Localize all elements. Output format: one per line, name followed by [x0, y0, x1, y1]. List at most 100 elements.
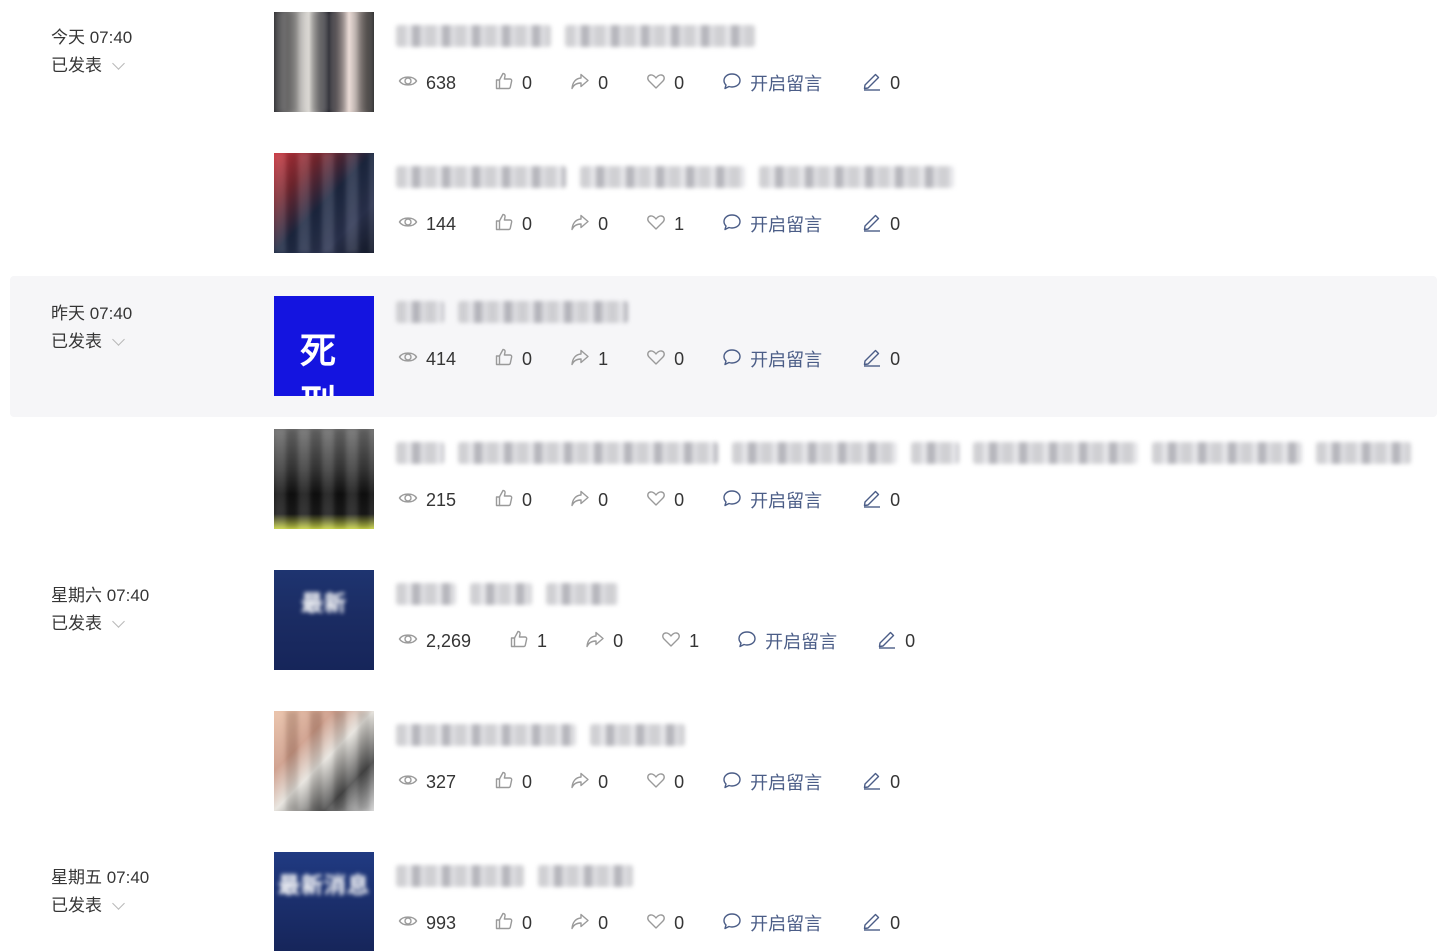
redacted-title-segment — [565, 25, 755, 47]
redacted-title-segment — [396, 442, 444, 464]
edit-link[interactable]: 0 — [862, 770, 900, 795]
likes-count: 0 — [522, 489, 533, 510]
share-icon — [570, 488, 590, 513]
open-comments-link[interactable]: 开启留言 — [722, 769, 822, 795]
redacted-title-segment — [590, 724, 685, 746]
edit-link[interactable]: 0 — [862, 488, 900, 513]
views-stat: 414 — [398, 347, 456, 372]
open-comments-link[interactable]: 开启留言 — [722, 211, 822, 237]
thumbnail-caption: 最新 — [300, 591, 347, 617]
open-comments-link[interactable]: 开启留言 — [722, 70, 822, 96]
article-stats: 215 0 0 0 开启留言 0 — [398, 487, 900, 513]
views-stat: 327 — [398, 770, 456, 795]
likes-stat: 0 — [494, 770, 532, 795]
redacted-title-segment — [470, 583, 532, 605]
edit-link[interactable]: 0 — [862, 71, 900, 96]
article-title-redacted[interactable] — [396, 166, 954, 190]
article-thumbnail[interactable] — [274, 12, 374, 112]
article-title-redacted[interactable] — [396, 442, 1411, 466]
redacted-title-segment — [1152, 442, 1302, 464]
article-stats: 638 0 0 0 开启留言 0 — [398, 70, 900, 96]
favorites-stat: 0 — [646, 770, 684, 795]
article-thumbnail[interactable]: 最新 — [274, 570, 374, 670]
chevron-down-icon — [112, 56, 125, 70]
thumbs-up-icon — [509, 629, 529, 654]
views-stat: 144 — [398, 212, 456, 237]
article-title-redacted[interactable] — [396, 25, 755, 49]
views-count: 327 — [426, 771, 457, 792]
article-title-redacted[interactable] — [396, 301, 628, 325]
article-title-redacted[interactable] — [396, 724, 685, 748]
likes-count: 0 — [522, 348, 533, 369]
open-comments-link[interactable]: 开启留言 — [722, 487, 822, 513]
chevron-down-icon — [112, 332, 125, 346]
open-comments-link[interactable]: 开启留言 — [722, 346, 822, 372]
favorites-stat: 0 — [646, 71, 684, 96]
article-thumbnail[interactable] — [274, 153, 374, 253]
eye-icon — [398, 770, 418, 795]
comment-icon — [722, 212, 742, 237]
article-row[interactable]: 144 0 0 1 开启留言 0 — [10, 141, 1437, 282]
likes-stat: 1 — [509, 629, 547, 654]
views-count: 414 — [426, 348, 457, 369]
article-thumbnail[interactable] — [274, 429, 374, 529]
thumbs-up-icon — [494, 488, 514, 513]
edit-count: 0 — [890, 489, 901, 510]
likes-stat: 0 — [494, 488, 532, 513]
heart-icon — [646, 212, 666, 237]
article-row[interactable]: 327 0 0 0 开启留言 0 — [10, 699, 1437, 840]
likes-count: 0 — [522, 72, 533, 93]
edit-link[interactable]: 0 — [862, 212, 900, 237]
favorites-count: 0 — [674, 912, 685, 933]
publish-status-dropdown[interactable]: 已发表 — [51, 328, 132, 356]
edit-link[interactable]: 0 — [877, 629, 915, 654]
pencil-icon — [862, 770, 882, 795]
edit-link[interactable]: 0 — [862, 911, 900, 936]
redacted-title-segment — [396, 301, 444, 323]
thumbnail-blur — [274, 12, 374, 112]
article-thumbnail[interactable]: 最新消息 — [274, 852, 374, 951]
open-comments-link[interactable]: 开启留言 — [737, 628, 837, 654]
comment-icon — [722, 71, 742, 96]
publish-status-dropdown[interactable]: 已发表 — [51, 610, 149, 638]
likes-stat: 0 — [494, 347, 532, 372]
edit-count: 0 — [890, 348, 901, 369]
article-row[interactable]: 今天 07:40 已发表 638 0 0 0 开启留言 0 — [10, 0, 1437, 141]
article-stats: 327 0 0 0 开启留言 0 — [398, 769, 900, 795]
open-comments-label: 开启留言 — [750, 215, 823, 235]
thumbnail-caption: 最新消息 — [277, 873, 370, 899]
likes-count: 0 — [522, 771, 533, 792]
eye-icon — [398, 212, 418, 237]
views-count: 638 — [426, 72, 457, 93]
eye-icon — [398, 488, 418, 513]
edit-count: 0 — [890, 771, 901, 792]
edit-count: 0 — [890, 213, 901, 234]
article-stats: 414 0 1 0 开启留言 0 — [398, 346, 900, 372]
open-comments-label: 开启留言 — [750, 74, 823, 94]
views-count: 144 — [426, 213, 457, 234]
views-count: 215 — [426, 489, 457, 510]
open-comments-link[interactable]: 开启留言 — [722, 910, 822, 936]
publish-status-label: 已发表 — [51, 614, 102, 633]
article-title-redacted[interactable] — [396, 865, 633, 889]
edit-count: 0 — [890, 912, 901, 933]
edit-link[interactable]: 0 — [862, 347, 900, 372]
article-row[interactable]: 215 0 0 0 开启留言 0 — [10, 417, 1437, 558]
publish-status-dropdown[interactable]: 已发表 — [51, 892, 149, 920]
article-stats: 993 0 0 0 开启留言 0 — [398, 910, 900, 936]
article-thumbnail[interactable] — [274, 711, 374, 811]
publish-info: 星期五 07:40 已发表 — [51, 864, 149, 920]
article-row[interactable]: 星期五 07:40 已发表 最新消息 993 0 0 0 开启留言 0 — [10, 840, 1437, 951]
article-row[interactable]: 星期六 07:40 已发表 最新 2,269 1 0 1 开启留言 0 — [10, 558, 1437, 699]
publish-status-dropdown[interactable]: 已发表 — [51, 52, 132, 80]
article-title-redacted[interactable] — [396, 583, 618, 607]
publish-info: 昨天 07:40 已发表 — [51, 300, 132, 356]
article-thumbnail[interactable]: 死 刑 — [274, 296, 374, 396]
shares-stat: 0 — [570, 71, 608, 96]
shares-count: 0 — [598, 213, 609, 234]
redacted-title-segment — [759, 166, 954, 188]
likes-count: 0 — [522, 213, 533, 234]
share-icon — [570, 770, 590, 795]
article-row[interactable]: 昨天 07:40 已发表 死 刑 414 0 1 — [10, 276, 1437, 417]
eye-icon — [398, 629, 418, 654]
